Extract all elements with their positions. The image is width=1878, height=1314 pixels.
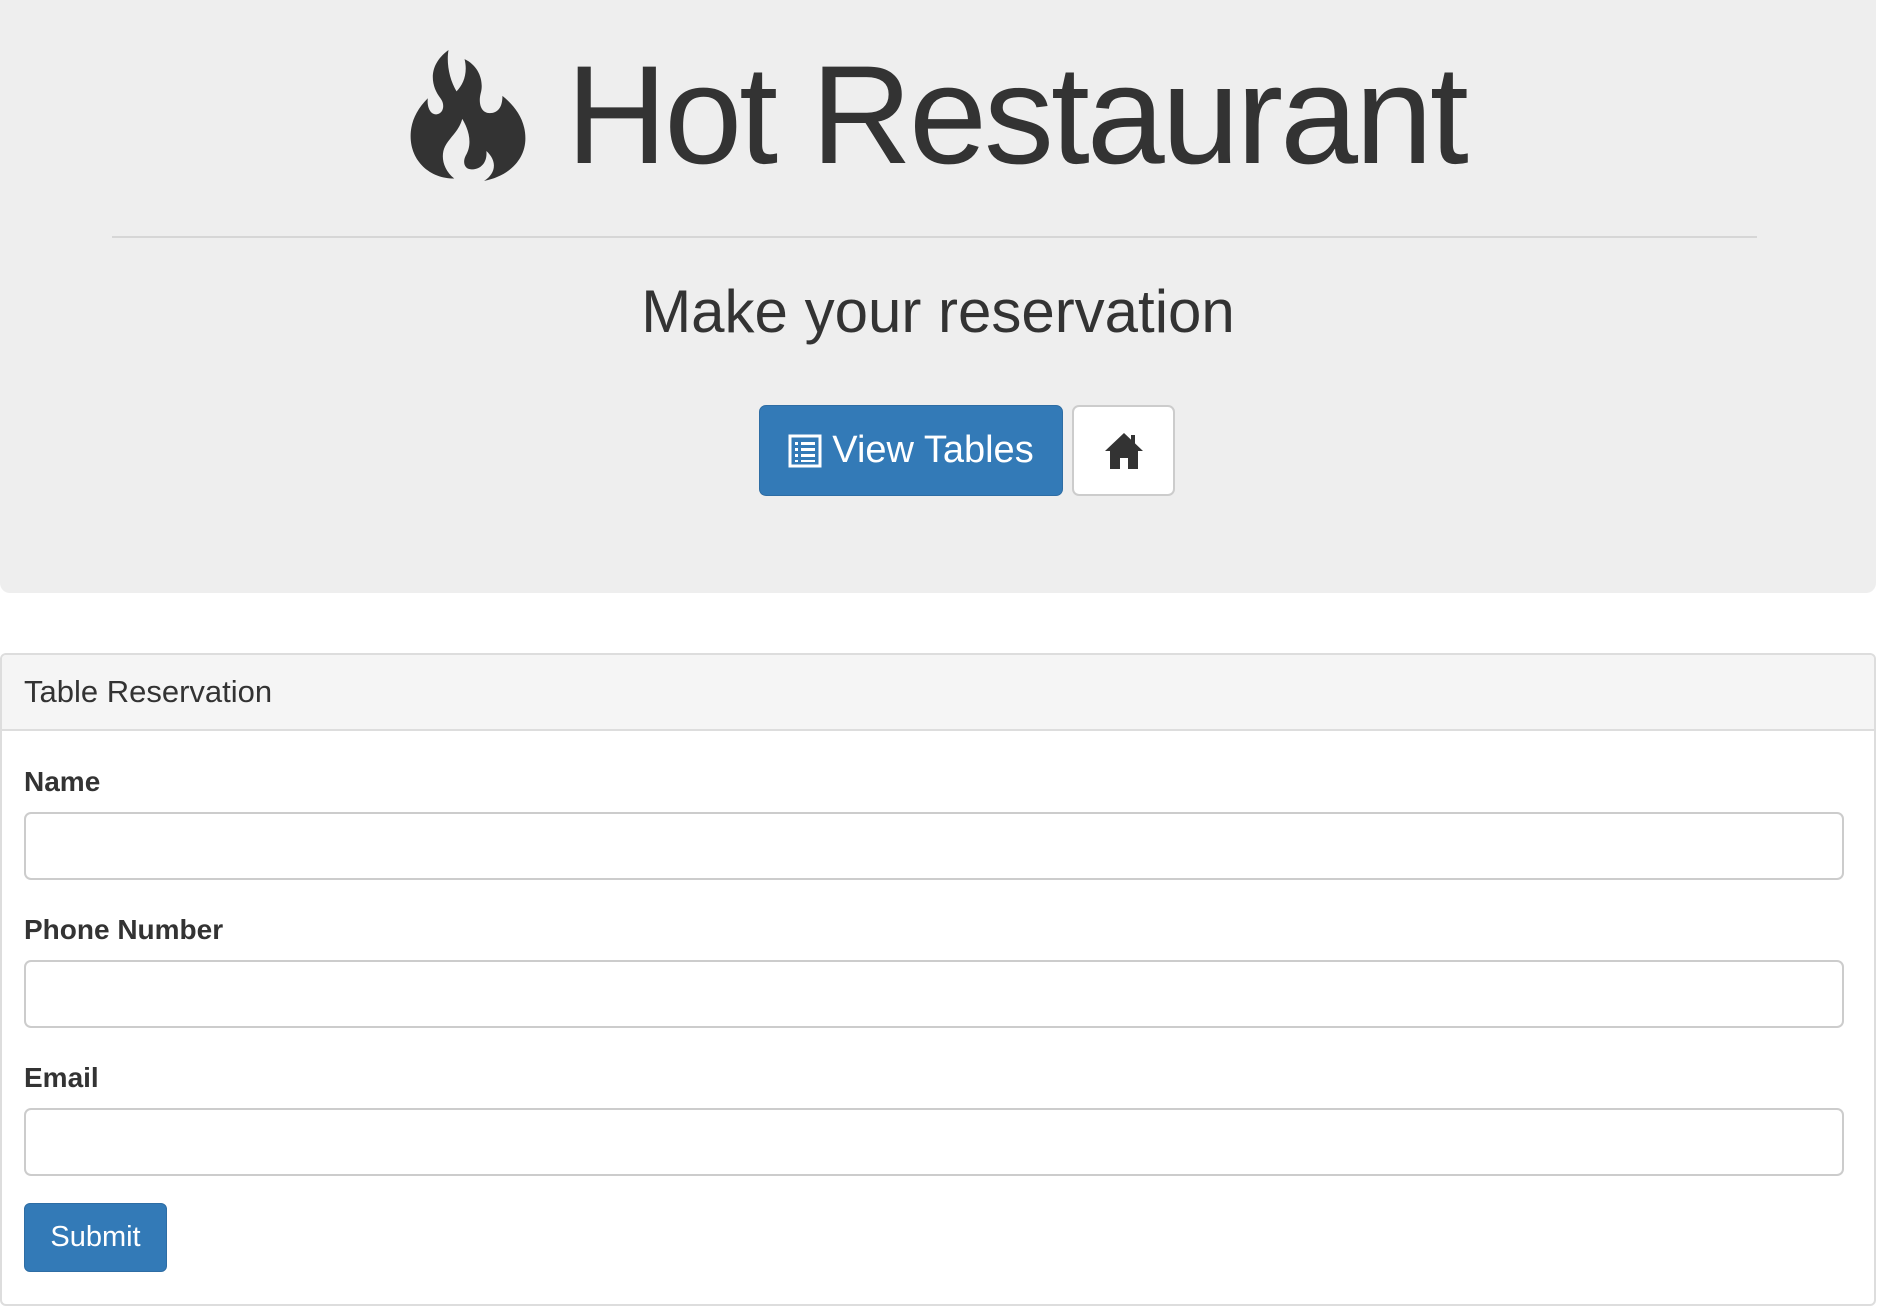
title-row: Hot Restaurant [0, 40, 1876, 190]
email-input[interactable] [24, 1108, 1844, 1176]
name-form-group: Name [24, 765, 1844, 880]
panel-heading: Table Reservation [2, 655, 1874, 731]
submit-button[interactable]: Submit [24, 1203, 167, 1272]
email-label: Email [24, 1062, 99, 1093]
phone-input[interactable] [24, 960, 1844, 1028]
header-button-group: View Tables [0, 405, 1876, 496]
home-icon [1104, 432, 1143, 469]
header-divider [112, 236, 1757, 238]
panel-title: Table Reservation [24, 674, 273, 709]
name-label: Name [24, 766, 101, 797]
name-input[interactable] [24, 812, 1844, 880]
page-subtitle: Make your reservation [641, 278, 1235, 345]
home-button[interactable] [1072, 405, 1175, 496]
header-jumbotron: Hot Restaurant Make your reservation Vie… [0, 0, 1876, 593]
phone-label: Phone Number [24, 914, 224, 945]
phone-form-group: Phone Number [24, 913, 1844, 1028]
reservation-panel: Table Reservation Name Phone Number Emai… [0, 653, 1876, 1306]
email-form-group: Email [24, 1061, 1844, 1176]
fire-icon [410, 50, 526, 181]
view-tables-button[interactable]: View Tables [759, 405, 1063, 496]
view-tables-label: View Tables [832, 429, 1034, 471]
list-alt-icon [788, 434, 822, 467]
page-title: Hot Restaurant [566, 36, 1469, 193]
